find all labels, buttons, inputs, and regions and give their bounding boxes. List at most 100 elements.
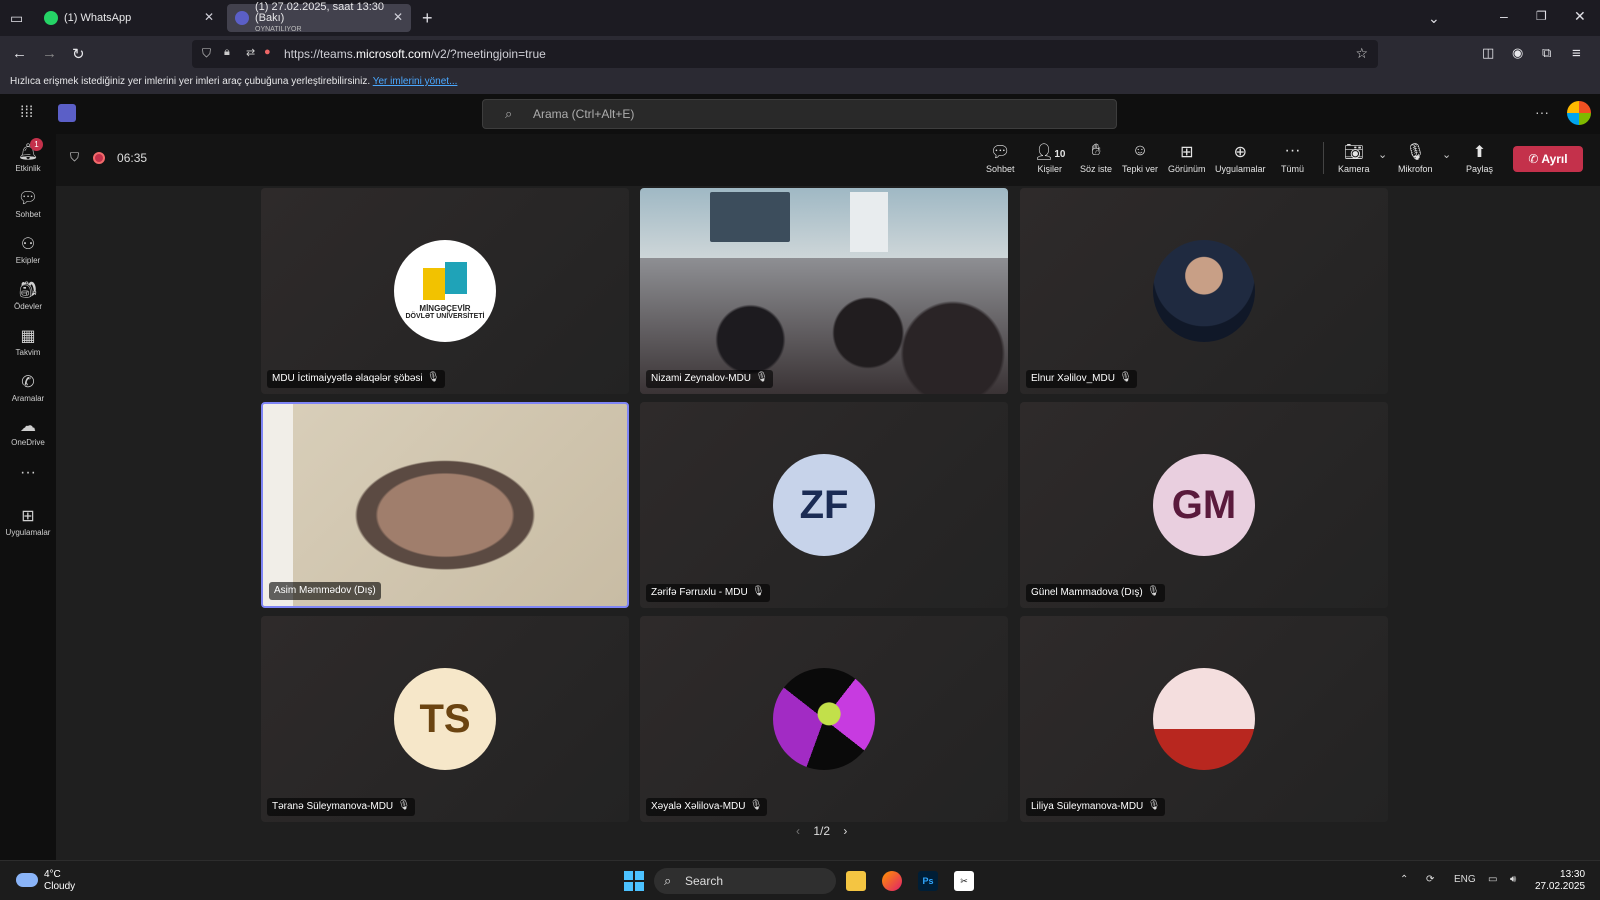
mic-muted-icon: 🎙︎ (1147, 586, 1160, 597)
more-options-icon[interactable]: ··· (1535, 104, 1549, 120)
microphone-active-icon[interactable]: ● (264, 46, 271, 58)
pocket-icon[interactable]: ◫ (1482, 45, 1494, 61)
participant-tile[interactable]: TS Təranə Süleymanova-MDU 🎙︎ (261, 616, 629, 822)
chat-button[interactable]: 💬︎ Sohbet (986, 142, 1015, 174)
tab-list-icon[interactable]: ▭ (10, 10, 23, 27)
control-label: Kişiler (1037, 164, 1062, 174)
control-label: Söz iste (1080, 164, 1113, 174)
participant-tile-speaking[interactable]: Asim Məmmədov (Dış) (261, 402, 629, 608)
rail-item-chat[interactable]: 💬︎ Sohbet (0, 188, 56, 219)
participant-tile[interactable]: Nizami Zeynalov-MDU 🎙︎ (640, 188, 1008, 394)
close-window-icon[interactable]: ✕ (1574, 8, 1586, 25)
chevron-down-icon[interactable]: ⌄ (1428, 10, 1440, 27)
rail-item-calendar[interactable]: ▦ Takvim (0, 326, 56, 357)
mic-muted-icon: 🎙︎ (397, 800, 411, 811)
bookmark-star-icon[interactable]: ☆ (1355, 45, 1368, 62)
microphone-button[interactable]: 🎙︎ Mikrofon (1398, 142, 1433, 174)
shield-icon[interactable]: ⛉ (202, 46, 211, 61)
rail-item-assignments[interactable]: 🎒︎ Ödevler (0, 280, 56, 311)
language-indicator[interactable]: ENG (1454, 874, 1476, 885)
participant-tile[interactable]: GM Günel Mammadova (Dış) 🎙︎ (1020, 402, 1388, 608)
back-icon[interactable]: ← (12, 45, 27, 62)
participant-tile[interactable]: Liliya Süleymanova-MDU 🎙︎ (1020, 616, 1388, 822)
classroom-poster (850, 192, 888, 252)
control-label: Tümü (1281, 164, 1305, 174)
mic-muted-icon: 🎙︎ (1119, 372, 1132, 383)
apps-button[interactable]: ⊕ Uygulamalar (1215, 142, 1266, 174)
cloud-icon (16, 873, 38, 887)
more-icon: ··· (20, 464, 36, 481)
close-tab-icon[interactable]: ✕ (204, 10, 214, 24)
firefox-icon[interactable] (882, 871, 902, 891)
chevron-left-icon[interactable]: ‹ (796, 824, 800, 838)
display-icon[interactable]: ▭ (1488, 874, 1497, 885)
manage-bookmarks-link[interactable]: Yer imlerini yönet... (373, 76, 458, 87)
people-button[interactable]: 👤︎10 Kişiler (1034, 142, 1065, 174)
rail-item-calls[interactable]: ✆ Aramalar (0, 372, 56, 403)
participant-tile[interactable]: MİNGƏÇEVİR DÖVLƏT UNİVERSİTETİ MDU İctim… (261, 188, 629, 394)
participant-tile[interactable]: ZF Zərifə Fərruxlu - MDU 🎙︎ (640, 402, 1008, 608)
camera-options-chevron-icon[interactable]: ⌄ (1378, 148, 1387, 161)
url-text[interactable]: https://teams.microsoft.com/v2/?meetingj… (284, 47, 546, 61)
participant-tile[interactable]: Elnur Xəlilov_MDU 🎙︎ (1020, 188, 1388, 394)
microphone-options-chevron-icon[interactable]: ⌄ (1442, 148, 1451, 161)
logo-text: MİNGƏÇEVİR (419, 304, 471, 313)
calendar-icon: ▦ (20, 328, 36, 345)
windows-start-icon[interactable] (624, 871, 644, 891)
taskbar-search[interactable]: ⌕ Search (654, 868, 836, 894)
name-text: Zərifə Fərruxlu - MDU (651, 587, 748, 598)
share-button[interactable]: ⬆ Paylaş (1466, 142, 1493, 174)
university-logo: MİNGƏÇEVİR DÖVLƏT UNİVERSİTETİ (394, 240, 496, 342)
rail-item-onedrive[interactable]: ☁︎ OneDrive (0, 416, 56, 447)
permissions-icon[interactable]: ⇄ (246, 46, 255, 59)
rail-item-activity[interactable]: 🔔︎ 1 Etkinlik (0, 138, 56, 173)
profile-avatar[interactable] (1567, 101, 1591, 125)
close-tab-icon[interactable]: ✕ (393, 10, 403, 24)
participant-tile[interactable]: Xəyalə Xəlilova-MDU 🎙︎ (640, 616, 1008, 822)
reload-icon[interactable]: ↻ (72, 45, 85, 63)
show-hidden-icons-icon[interactable]: ⌃ (1400, 874, 1408, 885)
sync-icon[interactable]: ⟳ (1426, 874, 1434, 885)
restore-icon[interactable]: ❐ (1536, 9, 1547, 23)
weather-widget[interactable]: 4°C Cloudy (16, 869, 75, 893)
leave-button[interactable]: ✆ Ayrıl (1513, 146, 1583, 172)
teams-icon: ⚇ (20, 236, 36, 253)
shield-icon[interactable]: ⛉ (70, 150, 79, 165)
leave-label: Ayrıl (1541, 152, 1568, 166)
menu-icon[interactable]: ≡ (1572, 45, 1581, 62)
gallery-pager: ‹ 1/2 › (796, 824, 847, 838)
address-bar[interactable]: ⛉ 🔒︎ ⇄ ● https://teams.microsoft.com/v2/… (192, 40, 1378, 68)
chevron-right-icon[interactable]: › (843, 824, 847, 838)
network-volume-icon[interactable]: 🔊︎ (1510, 874, 1516, 885)
new-tab-button[interactable]: + (422, 8, 433, 29)
minimize-icon[interactable]: – (1500, 8, 1508, 24)
phone-icon: ✆ (21, 374, 35, 391)
initials-avatar: GM (1153, 454, 1255, 556)
photoshop-icon[interactable]: Ps (918, 871, 938, 891)
search-input[interactable]: ⌕ Arama (Ctrl+Alt+E) (482, 99, 1117, 129)
file-explorer-icon[interactable] (846, 871, 866, 891)
tab-teams-meeting[interactable]: (1) 27.02.2025, saat 13:30 (Bakı) OYNATI… (227, 1, 411, 33)
view-button[interactable]: ⊞ Görünüm (1168, 142, 1206, 174)
participant-photo (1153, 240, 1255, 342)
initials-avatar: TS (394, 668, 496, 770)
lock-icon[interactable]: 🔒︎ (224, 46, 230, 59)
raise-hand-button[interactable]: ✋︎ Söz iste (1080, 142, 1112, 174)
account-icon[interactable]: ◉ (1512, 45, 1523, 61)
more-actions-button[interactable]: ··· Tümü (1281, 142, 1304, 174)
name-text: Liliya Süleymanova-MDU (1031, 801, 1144, 812)
clock-time: 13:30 (1560, 869, 1586, 880)
rail-item-teams[interactable]: ⚇ Ekipler (0, 234, 56, 265)
capcut-icon[interactable]: ✂︎ (954, 871, 974, 891)
extensions-icon[interactable]: ⧉ (1542, 45, 1551, 61)
mic-muted-icon: 🎙︎ (1147, 800, 1161, 811)
tab-whatsapp[interactable]: (1) WhatsApp ✕ (36, 4, 222, 32)
rail-item-apps[interactable]: ⊞ Uygulamalar (0, 506, 56, 537)
system-clock[interactable]: 13:30 27.02.2025 (1535, 869, 1585, 893)
app-launcher-icon[interactable]: ⁞⁞⁞ (20, 104, 33, 122)
rail-item-more[interactable]: ··· (0, 464, 56, 484)
forward-icon[interactable]: → (42, 45, 57, 62)
camera-button[interactable]: 📷︎ Kamera (1338, 142, 1370, 174)
react-button[interactable]: ☺ Tepki ver (1122, 142, 1158, 174)
browser-tab-strip: ▭ (1) WhatsApp ✕ (1) 27.02.2025, saat 13… (0, 0, 1600, 36)
